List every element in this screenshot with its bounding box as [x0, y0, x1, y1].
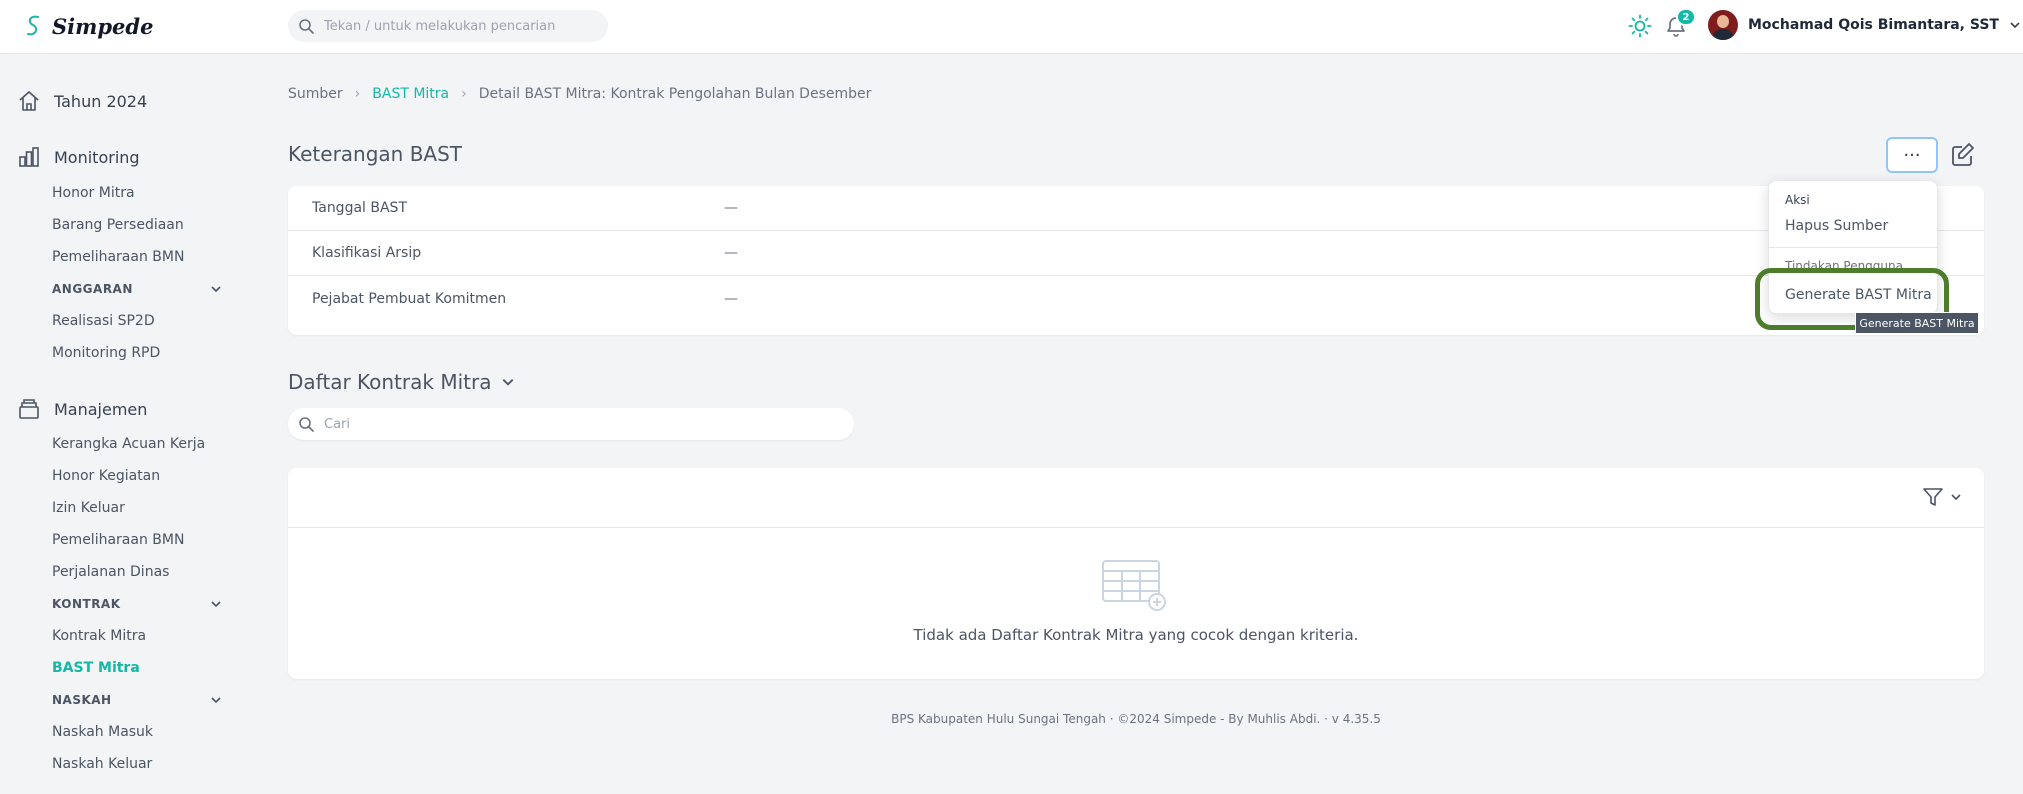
kontrak-table: Tidak ada Daftar Kontrak Mitra yang coco…: [288, 468, 1984, 679]
sidebar-section-tahun[interactable]: Tahun 2024: [18, 90, 147, 112]
sidebar: Tahun 2024 Monitoring Honor Mitra Barang…: [0, 54, 240, 794]
breadcrumb-item-sumber[interactable]: Sumber: [288, 86, 343, 102]
sidebar-section-monitoring[interactable]: Monitoring: [18, 146, 140, 168]
global-search-input[interactable]: [324, 18, 584, 34]
dropdown-header-aksi: Aksi: [1785, 193, 1810, 207]
chevron-down-icon: [211, 697, 221, 704]
chevron-down-icon: [2010, 22, 2020, 29]
notification-badge: 2: [1676, 8, 1696, 26]
sidebar-item-bast-mitra[interactable]: BAST Mitra: [52, 660, 140, 676]
dropdown-divider: [1769, 247, 1937, 248]
sidebar-section-manajemen[interactable]: Manajemen: [18, 398, 147, 420]
empty-state-text: Tidak ada Daftar Kontrak Mitra yang coco…: [913, 626, 1359, 644]
detail-label: Pejabat Pembuat Komitmen: [312, 290, 507, 307]
top-bar: Simpede 2 Mochamad Qois Bimantara, SST: [0, 0, 2023, 54]
detail-label: Klasifikasi Arsip: [312, 245, 422, 261]
detail-value: —: [724, 245, 738, 261]
more-actions-button[interactable]: ···: [1886, 137, 1938, 173]
sidebar-item-monitoring-rpd[interactable]: Monitoring RPD: [52, 345, 160, 361]
sidebar-item-realisasi-sp2d[interactable]: Realisasi SP2D: [52, 313, 155, 329]
chevron-right-icon: ›: [461, 86, 467, 102]
sidebar-item-naskah-keluar[interactable]: Naskah Keluar: [52, 756, 152, 772]
chevron-down-icon: [211, 286, 221, 293]
bar-chart-icon: [19, 147, 39, 167]
app-logo[interactable]: Simpede: [24, 12, 153, 40]
chevron-down-icon: [211, 601, 221, 608]
detail-label: Tanggal BAST: [312, 200, 407, 216]
detail-row: Tanggal BAST —: [288, 186, 1984, 231]
detail-row: Pejabat Pembuat Komitmen —: [288, 276, 1984, 321]
daftar-kontrak-title[interactable]: Daftar Kontrak Mitra: [288, 370, 515, 394]
empty-table-icon: [1102, 560, 1166, 611]
theme-toggle-icon[interactable]: [1628, 14, 1652, 38]
breadcrumb-item-bast-mitra[interactable]: BAST Mitra: [372, 86, 449, 102]
filter-icon: [1923, 488, 1943, 506]
sidebar-group-naskah[interactable]: NASKAH: [52, 693, 222, 707]
avatar: [1708, 10, 1738, 40]
detail-value: —: [724, 200, 738, 216]
edit-icon[interactable]: [1950, 141, 1976, 169]
sidebar-item-barang-persediaan[interactable]: Barang Persediaan: [52, 217, 184, 233]
sidebar-item-izin-keluar[interactable]: Izin Keluar: [52, 500, 125, 516]
chevron-down-icon: [1951, 494, 1961, 501]
sidebar-item-pemeliharaan-bmn-2[interactable]: Pemeliharaan BMN: [52, 532, 184, 548]
breadcrumb: Sumber › BAST Mitra › Detail BAST Mitra:…: [288, 86, 871, 102]
user-name: Mochamad Qois Bimantara, SST: [1748, 17, 1999, 33]
sidebar-item-naskah-masuk[interactable]: Naskah Masuk: [52, 724, 153, 740]
sidebar-item-perjalanan-dinas[interactable]: Perjalanan Dinas: [52, 564, 169, 580]
sidebar-section-label: Monitoring: [54, 147, 140, 167]
sidebar-group-label: NASKAH: [52, 693, 112, 707]
sidebar-group-label: KONTRAK: [52, 597, 121, 611]
sidebar-section-label: Tahun 2024: [54, 91, 148, 111]
archive-icon: [19, 399, 39, 419]
footer: BPS Kabupaten Hulu Sungai Tengah · ©2024…: [891, 712, 1381, 726]
sidebar-item-honor-mitra[interactable]: Honor Mitra: [52, 185, 135, 201]
table-toolbar: [288, 468, 1984, 528]
filter-button[interactable]: [1922, 486, 1962, 508]
logo-icon: [27, 15, 39, 36]
sidebar-item-kontrak-mitra[interactable]: Kontrak Mitra: [52, 628, 146, 644]
search-icon: [299, 19, 314, 34]
breadcrumb-item-current: Detail BAST Mitra: Kontrak Pengolahan Bu…: [478, 86, 872, 102]
sidebar-group-label: ANGGARAN: [52, 282, 133, 296]
daftar-kontrak-label: Daftar Kontrak Mitra: [288, 370, 492, 394]
tooltip: Generate BAST Mitra: [1855, 312, 1979, 334]
chevron-right-icon: ›: [354, 86, 361, 102]
more-actions-label: ···: [1903, 144, 1921, 166]
sidebar-group-kontrak[interactable]: KONTRAK: [52, 597, 222, 611]
search-icon: [299, 417, 314, 432]
keterangan-title: Keterangan BAST: [288, 142, 463, 166]
sidebar-item-kerangka-acuan-kerja[interactable]: Kerangka Acuan Kerja: [52, 436, 205, 452]
detail-row: Klasifikasi Arsip —: [288, 231, 1984, 276]
app-name: Simpede: [52, 13, 154, 39]
home-icon: [19, 91, 39, 111]
chevron-down-icon: [503, 379, 514, 386]
daftar-search-input[interactable]: [324, 416, 824, 432]
sidebar-section-label: Manajemen: [54, 399, 148, 419]
global-search[interactable]: [288, 10, 608, 42]
keterangan-card: Tanggal BAST — Klasifikasi Arsip — Pejab…: [288, 186, 1984, 335]
sidebar-group-anggaran[interactable]: ANGGARAN: [52, 282, 222, 296]
sidebar-item-honor-kegiatan[interactable]: Honor Kegiatan: [52, 468, 160, 484]
user-menu[interactable]: Mochamad Qois Bimantara, SST: [1708, 10, 2021, 40]
daftar-search[interactable]: [288, 408, 854, 440]
detail-value: —: [724, 290, 738, 307]
sidebar-item-pemeliharaan-bmn[interactable]: Pemeliharaan BMN: [52, 249, 184, 265]
hapus-sumber-menu-item[interactable]: Hapus Sumber: [1785, 218, 1888, 234]
